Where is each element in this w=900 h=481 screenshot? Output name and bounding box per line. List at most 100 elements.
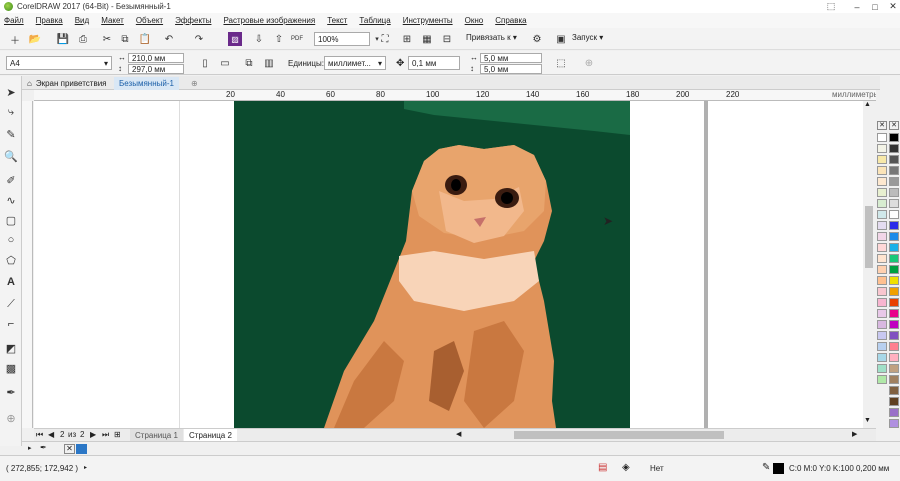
no-color-swatch[interactable]: ✕ — [877, 121, 887, 130]
color-swatch[interactable] — [877, 298, 887, 307]
current-page-icon[interactable]: ▥ — [262, 56, 276, 70]
menu-file[interactable]: Файл — [4, 16, 24, 25]
menu-object[interactable]: Объект — [136, 16, 163, 25]
color-swatch[interactable] — [889, 309, 899, 318]
color-swatch[interactable] — [877, 133, 887, 142]
color-swatch[interactable] — [889, 254, 899, 263]
close-button[interactable]: ✕ — [884, 0, 900, 13]
tab-document[interactable]: Безымянный-1 — [114, 77, 179, 90]
color-swatch[interactable] — [877, 309, 887, 318]
print-icon[interactable]: ⎙ — [76, 32, 90, 46]
landscape-icon[interactable]: ▭ — [218, 56, 232, 70]
color-swatch[interactable] — [889, 397, 899, 406]
polygon-tool-icon[interactable]: ⬠ — [3, 252, 19, 268]
connector-tool-icon[interactable]: ⌐ — [3, 316, 19, 332]
units-select[interactable]: миллимет... ▾ — [324, 56, 386, 70]
page-prev-icon[interactable]: ◀ — [48, 430, 54, 439]
color-swatch[interactable] — [889, 155, 899, 164]
paste-icon[interactable]: 📋 — [138, 32, 152, 46]
vertical-scrollbar[interactable]: ▲ ▼ — [863, 101, 875, 428]
duplicate-distance-y-field[interactable]: 5,0 мм — [480, 64, 542, 74]
color-swatch[interactable] — [889, 331, 899, 340]
page-height-field[interactable]: 297,0 мм — [128, 64, 184, 74]
color-swatch[interactable] — [877, 166, 887, 175]
color-swatch[interactable] — [889, 221, 899, 230]
color-swatch[interactable] — [889, 353, 899, 362]
page-last-icon[interactable]: ⏭ — [102, 430, 109, 440]
ellipse-tool-icon[interactable]: ○ — [3, 232, 19, 248]
color-swatch[interactable] — [877, 331, 887, 340]
shape-tool-icon[interactable]: ⤷ — [3, 104, 19, 120]
copy-icon[interactable]: ⧉ — [118, 32, 132, 46]
all-pages-icon[interactable]: ⧉ — [242, 56, 256, 70]
status-menu-icon[interactable]: ▸ — [84, 464, 87, 471]
color-swatch[interactable] — [889, 287, 899, 296]
eyedropper-icon[interactable]: ✒ — [3, 384, 19, 400]
color-swatch[interactable] — [889, 199, 899, 208]
redo-icon[interactable]: ↷ — [192, 32, 206, 46]
menu-layout[interactable]: Макет — [101, 16, 124, 25]
new-tab-icon[interactable]: ⊕ — [186, 77, 203, 90]
nudge-distance-field[interactable]: 0,1 мм — [408, 56, 460, 70]
artistic-media-icon[interactable]: ∿ — [3, 192, 19, 208]
color-swatch[interactable] — [877, 276, 887, 285]
rectangle-tool-icon[interactable]: ▢ — [3, 212, 19, 228]
text-tool-icon[interactable]: A — [3, 274, 19, 290]
color-swatch[interactable] — [877, 375, 887, 384]
guidelines-icon[interactable]: ⊟ — [440, 32, 454, 46]
color-swatch[interactable] — [889, 342, 899, 351]
color-swatch[interactable] — [877, 199, 887, 208]
horizontal-ruler[interactable]: 20 40 60 80 100 120 140 160 180 200 220 … — [34, 90, 876, 101]
pick-tool-icon[interactable]: ➤ — [3, 84, 19, 100]
color-swatch[interactable] — [877, 287, 887, 296]
add-icon[interactable]: ⊕ — [582, 56, 596, 70]
page-size-select[interactable]: A4 ▾ — [6, 56, 112, 70]
color-swatch[interactable] — [889, 375, 899, 384]
scroll-right-icon[interactable]: ▶ — [852, 430, 857, 438]
color-swatch[interactable] — [889, 177, 899, 186]
page-width-field[interactable]: 210,0 мм — [128, 53, 184, 63]
portrait-icon[interactable]: ▯ — [198, 56, 212, 70]
color-swatch[interactable] — [889, 166, 899, 175]
menu-view[interactable]: Вид — [75, 16, 89, 25]
color-swatch[interactable] — [889, 243, 899, 252]
color-swatch[interactable] — [877, 353, 887, 362]
color-swatch[interactable] — [76, 444, 87, 454]
minimize-button[interactable]: – — [848, 0, 866, 13]
menu-window[interactable]: Окно — [465, 16, 484, 25]
color-swatch[interactable] — [889, 386, 899, 395]
color-swatch[interactable] — [889, 408, 899, 417]
menu-effects[interactable]: Эффекты — [175, 16, 211, 25]
zoom-tool-icon[interactable]: 🔍 — [3, 148, 19, 164]
add-tool-icon[interactable]: ⊕ — [3, 410, 19, 426]
scroll-up-icon[interactable]: ▲ — [864, 101, 871, 108]
color-swatch[interactable] — [889, 265, 899, 274]
color-swatch[interactable] — [877, 265, 887, 274]
color-swatch[interactable] — [889, 298, 899, 307]
palette-menu-icon[interactable]: ▸ — [28, 444, 32, 452]
color-swatch[interactable] — [889, 188, 899, 197]
drop-shadow-icon[interactable]: ◩ — [3, 340, 19, 356]
color-swatch[interactable] — [889, 133, 899, 142]
color-swatch[interactable] — [877, 320, 887, 329]
drawing-canvas[interactable]: ➤ — [34, 101, 863, 428]
color-swatch[interactable] — [877, 364, 887, 373]
snap-to-dropdown[interactable]: Привязать к ▾ — [466, 33, 517, 42]
color-swatch[interactable] — [877, 155, 887, 164]
new-document-icon[interactable]: ＋ — [8, 32, 22, 47]
page-first-icon[interactable]: ⏮ — [36, 430, 43, 440]
color-swatch[interactable] — [877, 232, 887, 241]
full-screen-icon[interactable]: ⛶ — [378, 32, 392, 46]
menu-edit[interactable]: Правка — [36, 16, 63, 25]
color-swatch[interactable] — [889, 419, 899, 428]
color-swatch[interactable] — [889, 232, 899, 241]
application-launcher-icon[interactable]: ▣ — [554, 32, 568, 46]
grid-icon[interactable]: ▦ — [420, 32, 434, 46]
freehand-tool-icon[interactable]: ✐ — [3, 172, 19, 188]
vertical-scroll-thumb[interactable] — [865, 206, 873, 268]
menu-text[interactable]: Текст — [327, 16, 347, 25]
rulers-icon[interactable]: ⊞ — [400, 32, 414, 46]
duplicate-distance-x-field[interactable]: 5,0 мм — [480, 53, 542, 63]
undo-icon[interactable]: ↶ — [162, 32, 176, 46]
launch-dropdown[interactable]: Запуск ▾ — [572, 33, 603, 42]
